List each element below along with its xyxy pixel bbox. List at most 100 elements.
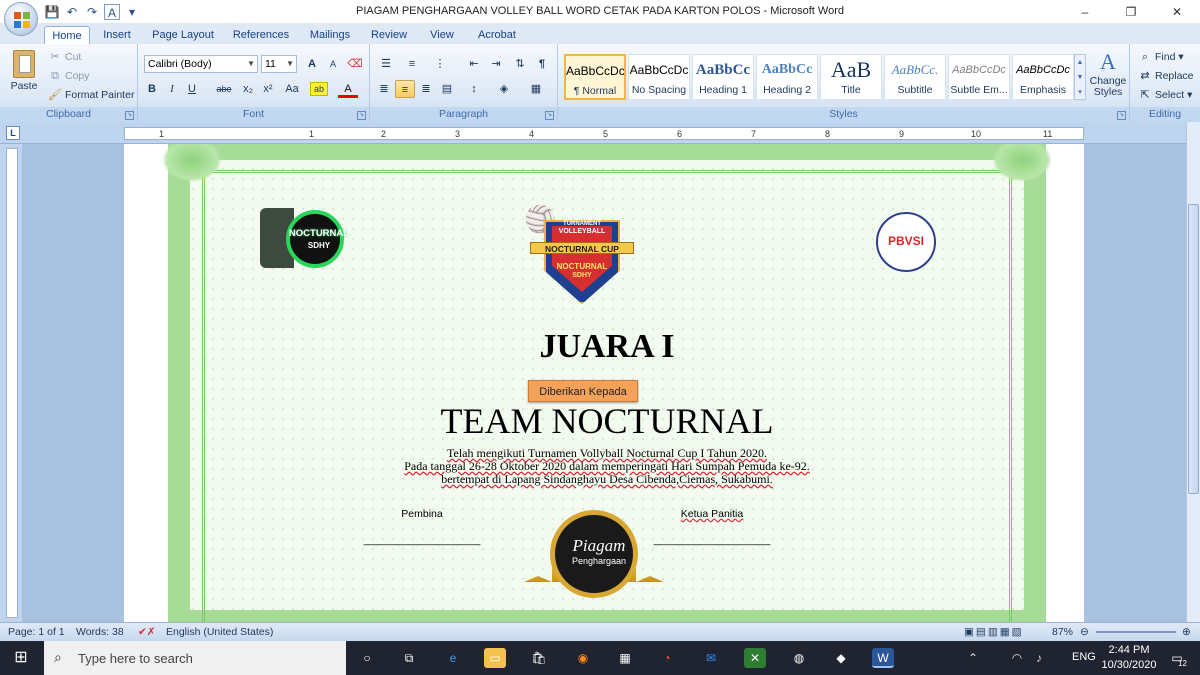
tab-view[interactable]: View	[422, 26, 462, 44]
tab-mailings[interactable]: Mailings	[304, 26, 356, 44]
clear-format-button[interactable]: ⌫	[345, 55, 365, 73]
task-view-icon[interactable]: ⧉	[398, 648, 420, 668]
edge-icon[interactable]: e	[442, 648, 464, 668]
page-count[interactable]: Page: 1 of 1	[8, 626, 65, 638]
tab-stop-selector[interactable]: L	[6, 126, 20, 140]
numbering-icon[interactable]: ≡	[402, 55, 422, 73]
change-case-button[interactable]: Aa	[280, 80, 304, 98]
shading-icon[interactable]: ◈	[494, 80, 514, 98]
align-center-icon[interactable]: ≡	[395, 80, 415, 98]
font-name-combo[interactable]: Calibri (Body) ▼	[144, 55, 258, 73]
style-emphasis[interactable]: AaBbCcDc Emphasis	[1012, 54, 1074, 100]
bullets-icon[interactable]: ☰	[376, 55, 396, 73]
paste-button[interactable]: Paste	[6, 48, 42, 104]
tab-acrobat[interactable]: Acrobat	[472, 26, 522, 44]
word-count[interactable]: Words: 38	[76, 626, 124, 638]
language-indicator[interactable]: English (United States)	[166, 626, 273, 638]
cut-button[interactable]: ✂ Cut	[48, 48, 81, 66]
redo-icon[interactable]: ↷	[84, 4, 100, 20]
borders-icon[interactable]: ▦	[526, 80, 546, 98]
style-title[interactable]: AaB Title	[820, 54, 882, 100]
paragraph-launcher-icon[interactable]: ↘	[545, 111, 554, 120]
cortana-icon[interactable]: ○	[356, 648, 378, 668]
sort-icon[interactable]: ⇅	[510, 55, 530, 73]
clock-date[interactable]: 10/30/2020	[1100, 659, 1158, 671]
network-icon[interactable]: ◠	[1006, 648, 1028, 668]
line-spacing-icon[interactable]: ↕	[464, 80, 484, 98]
change-styles-button[interactable]: A Change Styles	[1088, 48, 1128, 106]
store-icon[interactable]: 🛍	[528, 648, 550, 668]
view-buttons-icon[interactable]: ▣▤▥▦▧	[964, 626, 1024, 638]
volume-icon[interactable]: ♪	[1028, 648, 1050, 668]
style-normal[interactable]: AaBbCcDc ¶ Normal	[564, 54, 626, 100]
spelling-icon[interactable]: A	[104, 4, 120, 20]
copy-button[interactable]: ⧉ Copy	[48, 67, 89, 85]
undo-icon[interactable]: ↶	[64, 4, 80, 20]
close-button[interactable]: ✕	[1154, 0, 1200, 24]
save-icon[interactable]: 💾	[44, 4, 60, 20]
styles-launcher-icon[interactable]: ↘	[1117, 111, 1126, 120]
clock-time[interactable]: 2:44 PM	[1104, 644, 1154, 656]
vertical-scrollbar[interactable]	[1186, 122, 1200, 622]
grow-font-button[interactable]: A	[302, 55, 322, 73]
underline-button[interactable]: U	[182, 80, 202, 98]
ruler-scale[interactable]: 1 1 2 3 4 5 6 7 8 9 10 11	[124, 127, 1084, 140]
zoom-level[interactable]: 87%	[1052, 626, 1073, 638]
notification-icon[interactable]: ▭ 12	[1166, 648, 1188, 668]
superscript-button[interactable]: x²	[258, 80, 278, 98]
tab-review[interactable]: Review	[366, 26, 412, 44]
clipboard-launcher-icon[interactable]: ↘	[125, 111, 134, 120]
mail-icon[interactable]: ✉	[700, 648, 722, 668]
paint-icon[interactable]: ◆	[830, 648, 852, 668]
increase-indent-icon[interactable]: ⇥	[486, 55, 506, 73]
proofing-icon[interactable]: ✔✗	[138, 626, 156, 638]
firefox-icon[interactable]: ◉	[572, 648, 594, 668]
tab-page-layout[interactable]: Page Layout	[150, 26, 216, 44]
style-subtle-emphasis[interactable]: AaBbCcDc Subtle Em...	[948, 54, 1010, 100]
calculator-icon[interactable]: ▦	[614, 648, 636, 668]
align-right-icon[interactable]: ≣	[416, 80, 436, 98]
font-launcher-icon[interactable]: ↘	[357, 111, 366, 120]
word-taskbar-icon[interactable]: W	[872, 648, 894, 668]
style-no-spacing[interactable]: AaBbCcDc No Spacing	[628, 54, 690, 100]
scrollbar-thumb[interactable]	[1188, 204, 1199, 494]
excel-icon[interactable]: ✕	[744, 648, 766, 668]
document-page[interactable]: NOCTURNAL SDHY 🏐 TURNAMENT VOLLEYBALL NO…	[124, 144, 1084, 622]
tab-references[interactable]: References	[228, 26, 294, 44]
justify-icon[interactable]: ▤	[437, 80, 457, 98]
decrease-indent-icon[interactable]: ⇤	[464, 55, 484, 73]
highlight-icon[interactable]: ab	[310, 82, 328, 96]
chart-app-icon[interactable]: ◔	[656, 648, 678, 668]
font-color-icon[interactable]: A	[338, 80, 358, 98]
file-explorer-icon[interactable]: ▭	[484, 648, 506, 668]
shrink-font-button[interactable]: A	[323, 55, 343, 73]
find-button[interactable]: ⌕ Find ▾	[1138, 48, 1184, 66]
replace-button[interactable]: ⇄ Replace	[1138, 67, 1193, 85]
zoom-out-icon[interactable]: ⊖	[1080, 626, 1089, 638]
italic-button[interactable]: I	[162, 80, 182, 98]
vertical-ruler-scale[interactable]	[6, 148, 18, 618]
strikethrough-button[interactable]: abe	[212, 80, 236, 98]
zoom-slider[interactable]	[1096, 631, 1176, 633]
zoom-in-icon[interactable]: ⊕	[1182, 626, 1191, 638]
tray-chevron-icon[interactable]: ⌃	[962, 648, 984, 668]
select-button[interactable]: ⇱ Select ▾	[1138, 86, 1192, 104]
show-formatting-button[interactable]: ¶	[532, 55, 552, 73]
multilevel-list-icon[interactable]: ⋮	[430, 55, 450, 73]
font-size-combo[interactable]: 11 ▼	[261, 55, 297, 73]
format-painter-button[interactable]: 🖌 Format Painter	[48, 86, 134, 104]
tab-insert[interactable]: Insert	[96, 26, 138, 44]
subscript-button[interactable]: x₂	[238, 80, 258, 98]
minimize-button[interactable]: –	[1062, 0, 1108, 24]
bold-button[interactable]: B	[142, 80, 162, 98]
office-button[interactable]	[4, 2, 38, 36]
styles-scroll[interactable]: ▲ ▼ ▾	[1074, 54, 1086, 100]
style-subtitle[interactable]: AaBbCc. Subtitle	[884, 54, 946, 100]
windows-start-icon[interactable]: ⊞	[10, 648, 32, 668]
customize-toolbar-icon[interactable]: ▾	[124, 4, 140, 20]
style-heading-2[interactable]: AaBbCc Heading 2	[756, 54, 818, 100]
style-heading-1[interactable]: AaBbCc Heading 1	[692, 54, 754, 100]
taskbar-search[interactable]: ⌕ Type here to search	[44, 641, 346, 675]
align-left-icon[interactable]: ≣	[374, 80, 394, 98]
restore-button[interactable]: ❐	[1108, 0, 1154, 24]
